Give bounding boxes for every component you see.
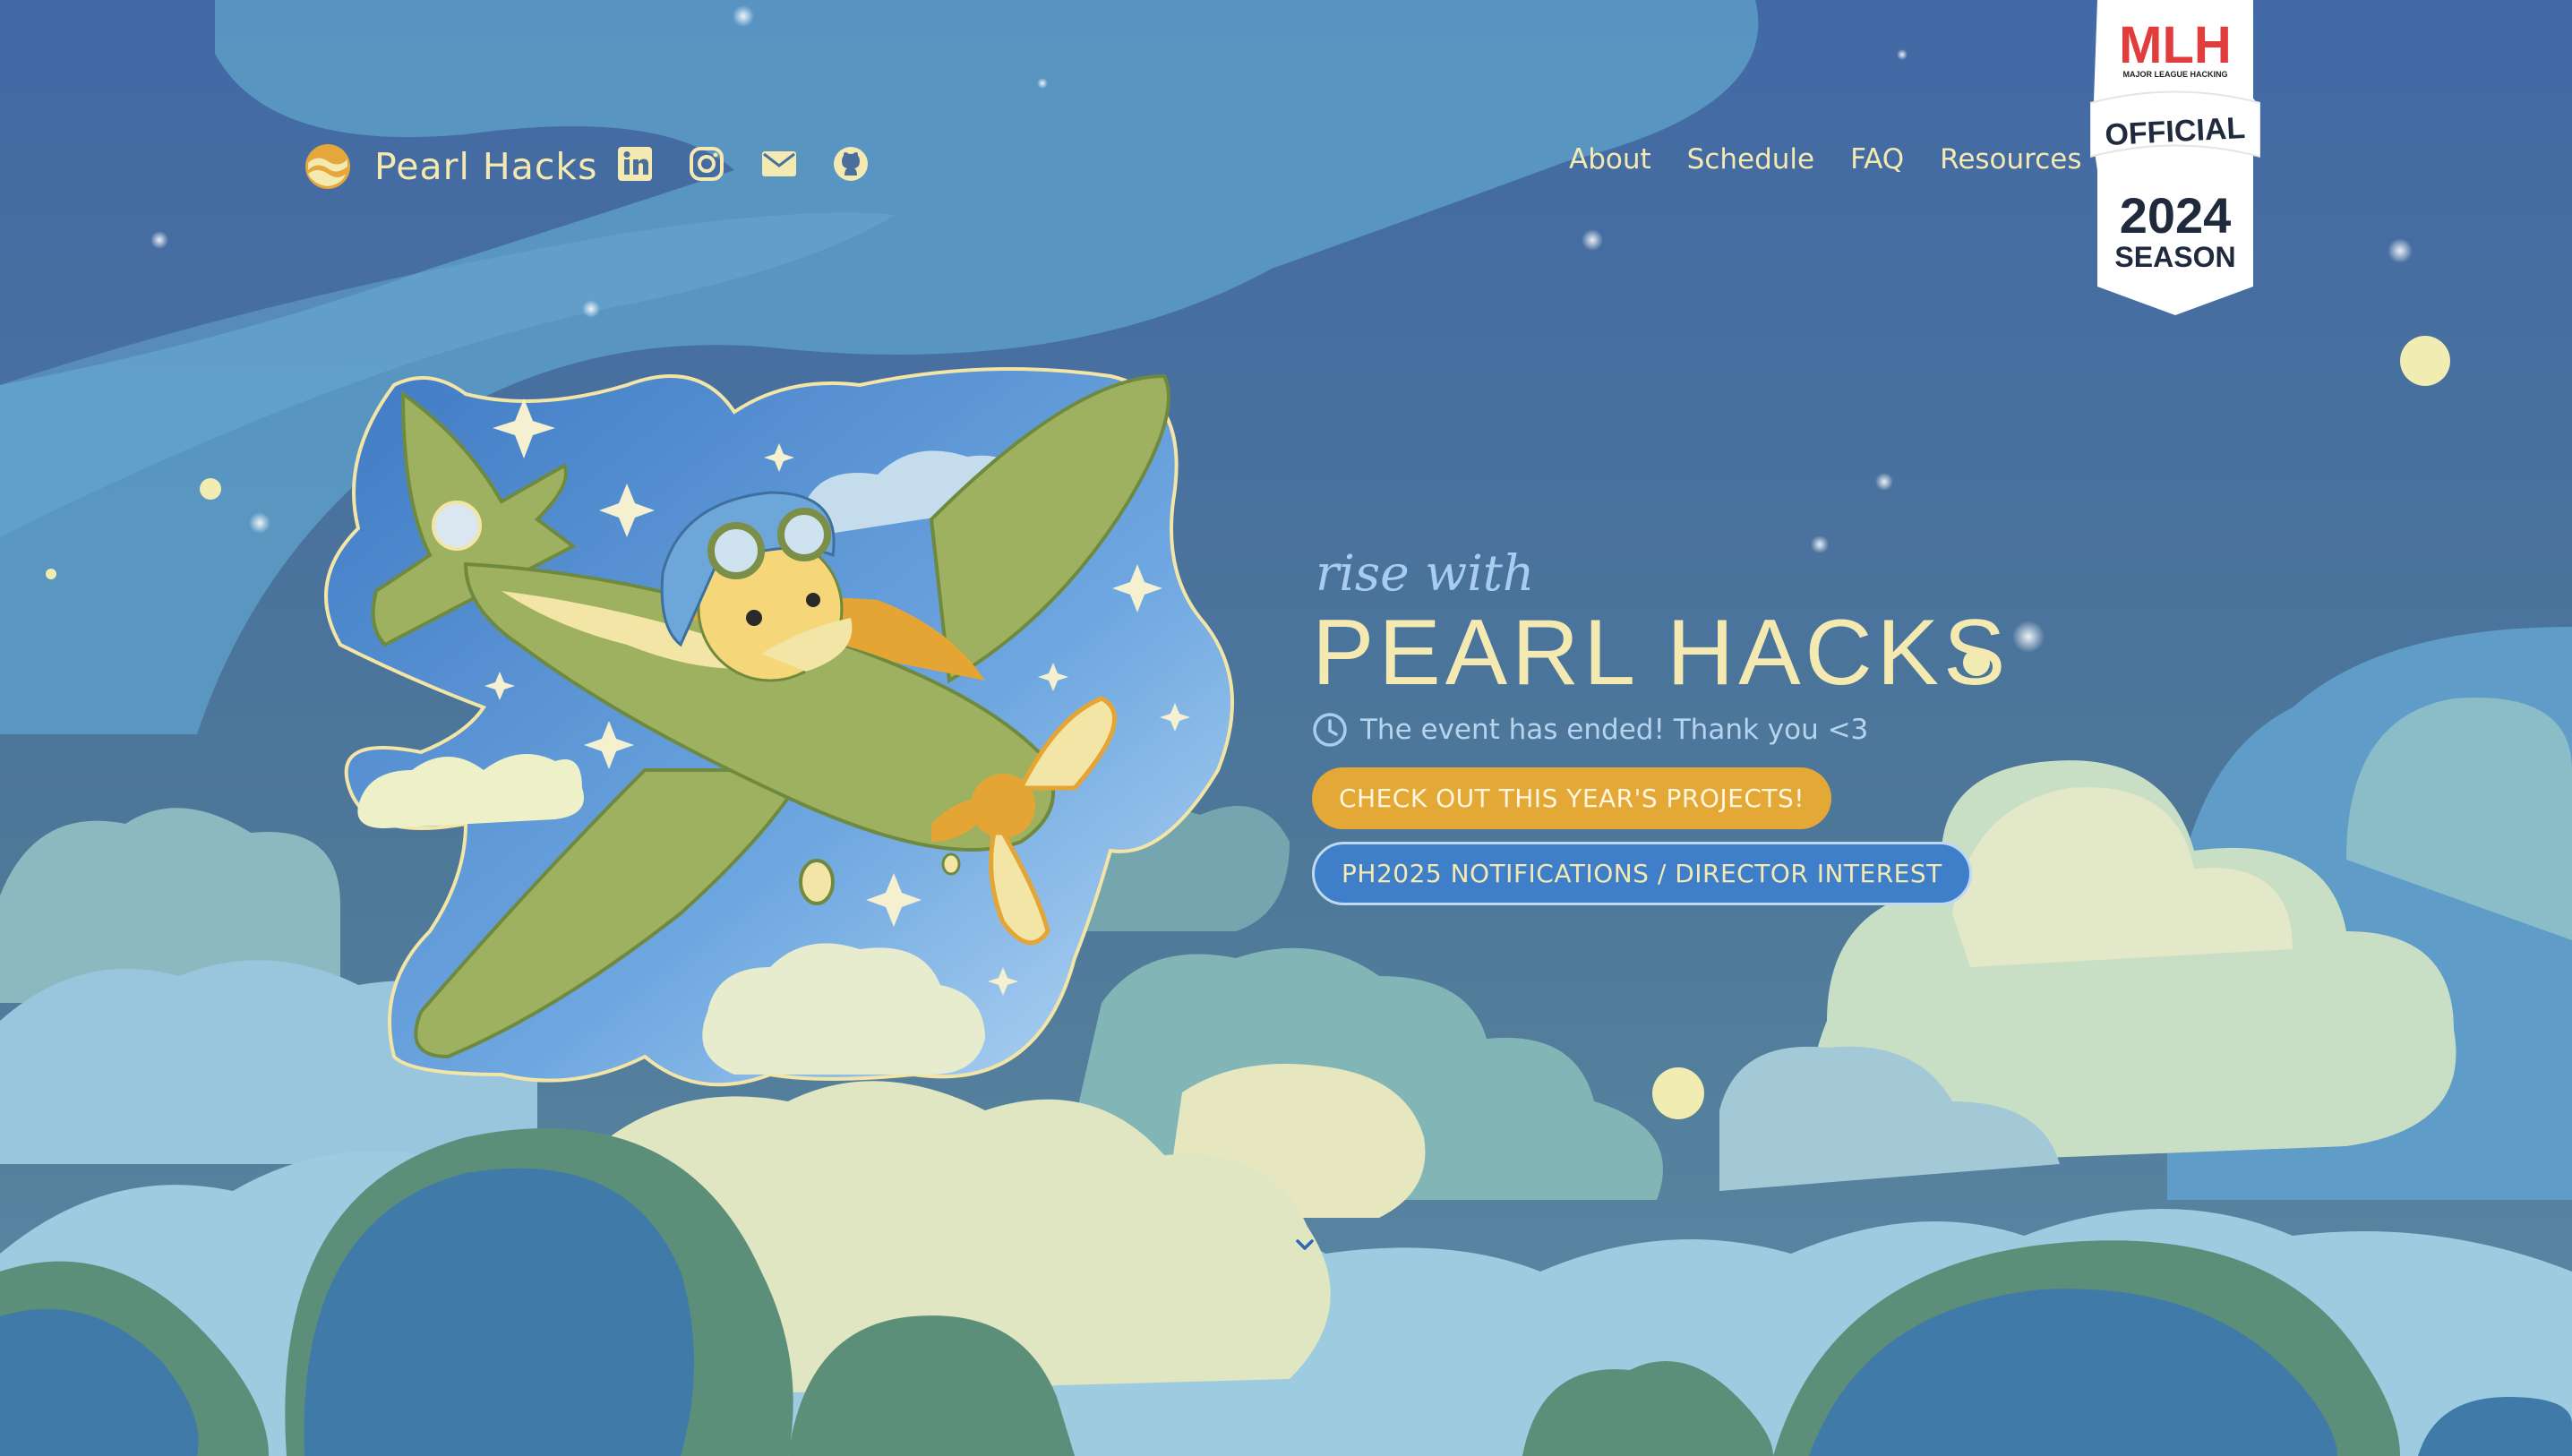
nav-link-resources[interactable]: Resources [1940,143,2081,176]
pearl-logo-icon [305,144,350,189]
hero-section: rise with PEARL HACKS The event has ende… [1312,544,2010,905]
hero-title: PEARL HACKS [1312,601,2010,705]
event-status: The event has ended! Thank you <3 [1312,712,2010,748]
mlh-year: 2024 [2120,187,2232,244]
event-status-text: The event has ended! Thank you <3 [1360,714,1869,746]
clock-icon [1313,713,1347,747]
nav-link-about[interactable]: About [1569,143,1651,176]
nav-link-schedule[interactable]: Schedule [1687,143,1814,176]
linkedin-icon[interactable] [616,145,654,183]
mlh-trust-badge[interactable]: MLH MAJOR LEAGUE HACKING OFFICIAL 2024 S… [2090,0,2260,315]
mlh-logo: MLH [2119,16,2232,74]
mlh-season: SEASON [2114,241,2235,273]
nav-links: About Schedule FAQ Resources [1569,143,2082,176]
projects-button[interactable]: CHECK OUT THIS YEAR'S PROJECTS! [1312,767,1831,829]
brand-name: Pearl Hacks [374,145,598,188]
notifications-button[interactable]: PH2025 NOTIFICATIONS / DIRECTOR INTEREST [1312,842,1972,905]
nav-link-faq[interactable]: FAQ [1850,143,1904,176]
hero-tagline: rise with [1316,544,1535,602]
mlh-subtitle: MAJOR LEAGUE HACKING [2122,70,2227,79]
github-icon[interactable] [832,145,870,183]
brand[interactable]: Pearl Hacks [304,143,598,190]
mail-icon[interactable] [760,145,798,183]
instagram-icon[interactable] [688,145,725,183]
chevron-down-icon[interactable] [1290,1230,1319,1259]
